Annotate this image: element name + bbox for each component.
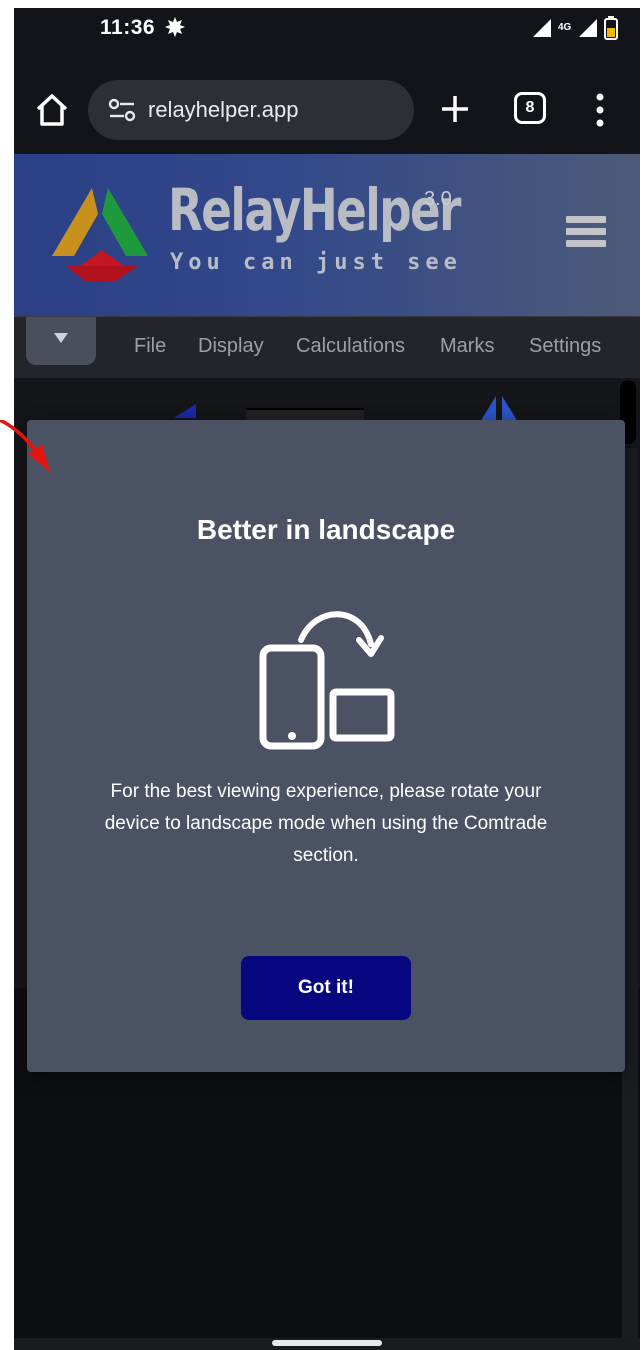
menu-item-settings[interactable]: Settings (529, 335, 601, 358)
menu-item-marks[interactable]: Marks (440, 335, 494, 358)
phone-screen: 11:36 4G relayhelper.app 8 RelayHelper 3… (14, 8, 640, 1350)
site-settings-icon[interactable] (108, 98, 136, 122)
hamburger-line (566, 240, 606, 247)
menu-item-calculations[interactable]: Calculations (296, 335, 405, 358)
tab-switcher-button[interactable]: 8 (514, 92, 546, 124)
relayhelper-logo-icon[interactable] (44, 182, 160, 288)
modal-message: For the best viewing experience, please … (104, 781, 548, 866)
notification-icon (165, 17, 185, 37)
hamburger-line (566, 216, 606, 223)
status-icons: 4G (532, 16, 618, 40)
signal-icon (533, 19, 551, 37)
got-it-button[interactable]: Got it! (241, 956, 411, 1020)
chevron-down-icon (54, 333, 68, 343)
background-marker (174, 404, 196, 418)
url-text[interactable]: relayhelper.app (148, 97, 298, 123)
network-type: 4G (558, 22, 572, 33)
more-options-icon[interactable] (590, 90, 610, 130)
hamburger-menu-icon[interactable] (566, 216, 606, 250)
background-arrows-icon (480, 396, 518, 422)
brand-name: RelayHelper (168, 176, 461, 244)
menu-item-display[interactable]: Display (198, 335, 264, 358)
menu-collapse-button[interactable] (26, 317, 96, 365)
modal-title: Better in landscape (196, 514, 456, 545)
battery-icon (604, 16, 618, 40)
site-header: RelayHelper 3.0 You can just see (14, 154, 640, 316)
annotation-arrow-icon (0, 420, 50, 472)
plus-icon[interactable] (438, 92, 472, 126)
hamburger-line (566, 228, 606, 235)
menu-item-file[interactable]: File (134, 335, 166, 358)
browser-toolbar: relayhelper.app 8 (14, 54, 640, 154)
landscape-modal: Better in landscape For the best viewing… (27, 420, 625, 1072)
address-bar[interactable]: relayhelper.app (88, 80, 414, 140)
gesture-handle[interactable] (272, 1340, 382, 1346)
rotate-device-icon (259, 611, 395, 750)
signal-icon-2 (579, 19, 597, 37)
status-time: 11:36 (100, 16, 156, 39)
home-icon[interactable] (32, 92, 72, 128)
status-bar: 11:36 4G (14, 8, 640, 54)
brand-version: 3.0 (424, 188, 452, 210)
brand-tagline: You can just see (170, 250, 462, 275)
app-menubar: File Display Calculations Marks Settings (14, 316, 640, 379)
